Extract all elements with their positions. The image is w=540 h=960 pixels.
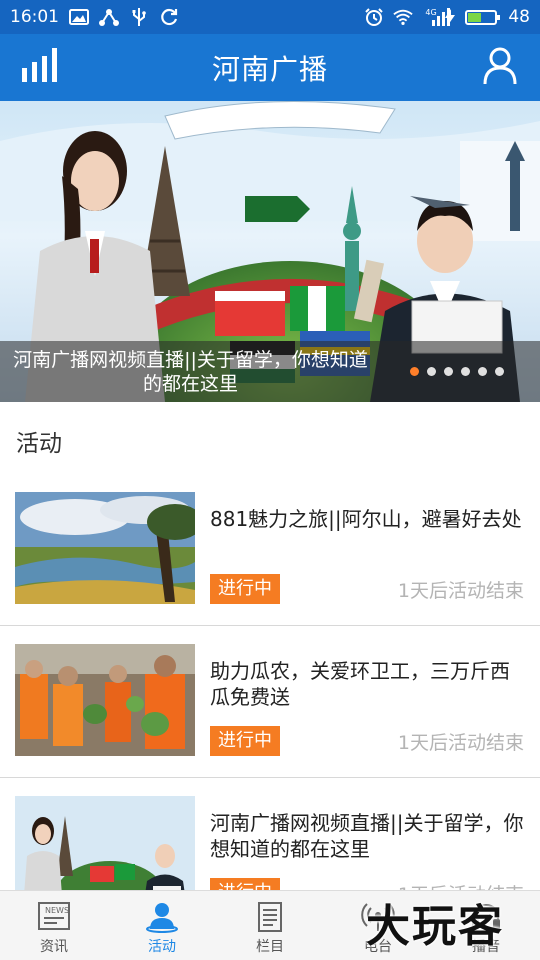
usb-icon bbox=[129, 7, 149, 27]
user-profile-icon[interactable] bbox=[482, 46, 518, 86]
banner-carousel[interactable]: 河南广播网视频直播||关于留学，你想知道的都在这里 bbox=[0, 101, 540, 402]
svg-text:NEWS: NEWS bbox=[45, 906, 69, 915]
image-icon bbox=[69, 7, 89, 27]
sync-icon bbox=[159, 7, 179, 27]
chart-stats-icon[interactable] bbox=[20, 48, 60, 84]
activity-end-time: 1天后活动结束 bbox=[397, 732, 524, 754]
activity-title: 助力瓜农，关爱环卫工，三万斤西瓜免费送 bbox=[210, 659, 510, 709]
landscape-thumbnail bbox=[15, 492, 195, 604]
battery-percent: 48 bbox=[508, 7, 530, 27]
carousel-dot[interactable] bbox=[444, 367, 453, 376]
workers-thumbnail bbox=[15, 644, 195, 756]
section-title: 活动 bbox=[16, 431, 62, 457]
carousel-dot[interactable] bbox=[410, 367, 419, 376]
status-time: 16:01 bbox=[10, 7, 59, 27]
carousel-indicators bbox=[410, 367, 504, 376]
alarm-icon bbox=[364, 7, 384, 27]
page-title: 河南广播 bbox=[211, 52, 328, 86]
list-item[interactable]: 881魅力之旅||阿尔山，避暑好去处 进行中 1天后活动结束 bbox=[0, 474, 540, 626]
activity-title: 河南广播网视频直播||关于留学，你想知道的都在这里 bbox=[210, 811, 524, 861]
nav-activity[interactable]: 活动 bbox=[108, 891, 216, 960]
carousel-dot[interactable] bbox=[427, 367, 436, 376]
activity-list: 881魅力之旅||阿尔山，避暑好去处 进行中 1天后活动结束 助力瓜农，关爱环卫 bbox=[0, 474, 540, 930]
status-bar: 16:01 4G 48 bbox=[0, 0, 540, 34]
app-screen: 16:01 4G 48 河南广播 河南广播网视频直播||关于留学，你想知道的都在… bbox=[0, 0, 540, 960]
carousel-dot[interactable] bbox=[495, 367, 504, 376]
news-icon: NEWS bbox=[37, 901, 71, 933]
activity-user-icon bbox=[145, 901, 179, 933]
battery-icon bbox=[465, 9, 501, 25]
carousel-dot[interactable] bbox=[461, 367, 470, 376]
nav-label: 活动 bbox=[148, 939, 176, 955]
nav-news[interactable]: NEWS 资讯 bbox=[0, 891, 108, 960]
charging-icon bbox=[444, 7, 456, 27]
list-item[interactable]: 助力瓜农，关爱环卫工，三万斤西瓜免费送 进行中 1天后活动结束 bbox=[0, 626, 540, 778]
wifi-icon bbox=[393, 7, 414, 27]
carousel-dot[interactable] bbox=[478, 367, 487, 376]
watermark-logo: 大玩客 bbox=[366, 901, 504, 952]
network-type: 4G bbox=[425, 7, 437, 17]
status-badge: 进行中 bbox=[210, 726, 280, 756]
activity-end-time: 1天后活动结束 bbox=[397, 580, 524, 602]
app-header: 河南广播 bbox=[0, 34, 540, 101]
nav-columns[interactable]: 栏目 bbox=[216, 891, 324, 960]
share-icon bbox=[99, 7, 119, 27]
nav-label: 资讯 bbox=[40, 939, 68, 955]
status-badge: 进行中 bbox=[210, 574, 280, 604]
battery-level bbox=[468, 12, 481, 22]
columns-doc-icon bbox=[253, 901, 287, 933]
banner-caption[interactable]: 河南广播网视频直播||关于留学，你想知道的都在这里 bbox=[8, 348, 373, 396]
activity-title: 881魅力之旅||阿尔山，避暑好去处 bbox=[210, 507, 522, 531]
nav-label: 栏目 bbox=[256, 939, 284, 955]
